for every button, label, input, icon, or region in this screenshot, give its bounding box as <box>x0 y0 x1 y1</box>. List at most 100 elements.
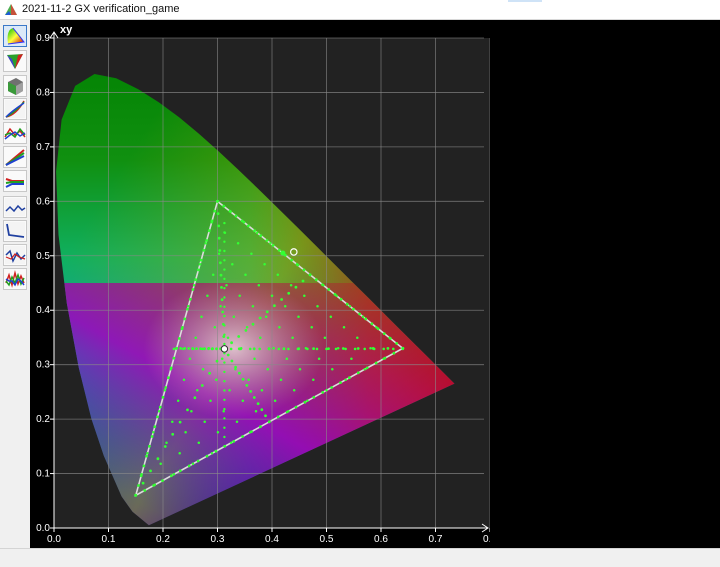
measured-point <box>277 347 281 351</box>
measured-point <box>211 273 215 277</box>
measured-point <box>221 310 225 314</box>
x-tick-label: 0.2 <box>156 534 170 545</box>
measured-point <box>303 400 307 404</box>
measured-point <box>215 347 218 351</box>
spectrum-icon[interactable] <box>3 244 27 266</box>
x-tick-label: 0.6 <box>374 534 388 545</box>
measured-point <box>253 229 256 233</box>
measured-point <box>197 441 201 445</box>
x-tick-label: 0.8 <box>483 534 490 545</box>
measured-point <box>325 347 328 351</box>
measured-point <box>278 326 281 329</box>
measured-point <box>223 426 226 429</box>
measured-point <box>196 389 199 392</box>
measured-point <box>186 307 189 311</box>
measured-point <box>167 376 170 380</box>
measured-point <box>223 287 226 290</box>
measured-point <box>219 305 222 308</box>
measured-point <box>139 474 143 478</box>
measured-point <box>223 296 226 299</box>
measured-point <box>176 399 180 403</box>
measured-point <box>153 425 157 429</box>
measured-point <box>329 315 333 319</box>
measured-point <box>350 357 353 361</box>
measured-point <box>209 399 212 403</box>
y-tick-label: 0.4 <box>36 305 50 316</box>
tone-response-icon[interactable] <box>3 146 27 168</box>
measured-point <box>395 342 398 345</box>
measured-point <box>178 452 181 455</box>
measured-point <box>321 283 324 286</box>
measured-point <box>214 449 218 453</box>
measured-point <box>223 314 226 318</box>
delta-e-icon[interactable] <box>3 196 27 218</box>
measured-point <box>353 347 357 351</box>
gamma-curve-icon[interactable] <box>3 98 27 120</box>
measured-point <box>252 396 256 399</box>
measured-point <box>223 277 226 281</box>
measured-point <box>285 410 289 414</box>
measured-point <box>241 435 245 438</box>
measured-point <box>178 469 182 473</box>
cie-xy-chart: 0.0 0.1 0.2 0.3 0.4 0.5 0.6 0.7 0.8 0.0 0.1 0.2 0.3 0… <box>36 24 490 545</box>
view-toolbar <box>0 20 30 548</box>
chromaticity-plot[interactable]: 0.0 0.1 0.2 0.3 0.4 0.5 0.6 0.7 0.8 0.0 0.1 0.2 0.3 0… <box>30 20 490 548</box>
measured-point <box>228 209 232 213</box>
measured-point <box>210 347 214 351</box>
measured-point <box>192 284 196 287</box>
measured-point <box>331 368 334 371</box>
measured-point <box>372 347 376 351</box>
measured-point <box>223 398 226 401</box>
measured-point <box>200 315 203 319</box>
gamut-3d-icon[interactable] <box>3 75 27 97</box>
measured-point <box>348 305 352 308</box>
measured-point <box>364 317 368 321</box>
y-tick-label: 0.3 <box>36 360 50 371</box>
luminance-icon[interactable] <box>3 220 27 242</box>
measured-point <box>358 312 361 316</box>
measured-point <box>213 209 217 213</box>
measured-point <box>220 286 223 289</box>
measured-point <box>306 399 309 403</box>
measured-point <box>169 366 173 370</box>
measured-point <box>244 273 247 277</box>
measured-point <box>270 294 274 298</box>
measured-point <box>213 326 217 329</box>
measured-point <box>216 199 219 203</box>
measured-point <box>344 378 347 382</box>
measured-point <box>252 347 256 351</box>
measured-point <box>159 462 162 466</box>
measured-point <box>306 347 309 351</box>
measured-point <box>342 326 346 329</box>
measured-point <box>230 341 234 345</box>
cie-uv-diagram-icon[interactable] <box>3 50 27 72</box>
measured-point <box>215 378 218 382</box>
measured-point <box>296 263 300 267</box>
measured-point <box>182 378 186 382</box>
measured-point <box>175 346 179 350</box>
measured-point <box>142 464 146 468</box>
measured-point <box>339 297 343 301</box>
measured-point <box>389 337 392 340</box>
measured-point <box>222 410 225 413</box>
grayscale-ramp-icon[interactable] <box>3 170 27 192</box>
cie-xy-diagram-icon[interactable] <box>3 25 27 47</box>
measured-point <box>369 347 372 350</box>
y-tick-label: 0.9 <box>36 33 50 44</box>
side-panel <box>490 20 720 548</box>
multi-curve-icon[interactable] <box>3 268 27 290</box>
rgb-balance-icon[interactable] <box>3 122 27 144</box>
measured-point <box>382 347 386 351</box>
measured-point <box>206 294 209 298</box>
measured-point <box>218 249 222 252</box>
measured-point <box>190 410 193 413</box>
measured-point <box>312 378 315 382</box>
measured-point <box>237 335 241 338</box>
measured-point <box>223 268 226 271</box>
measured-point <box>197 268 200 272</box>
measured-point <box>327 288 331 291</box>
measured-point <box>260 408 264 412</box>
measured-point <box>170 474 173 478</box>
y-tick-label: 0.1 <box>36 469 50 480</box>
y-tick-label: 0.7 <box>36 142 50 153</box>
